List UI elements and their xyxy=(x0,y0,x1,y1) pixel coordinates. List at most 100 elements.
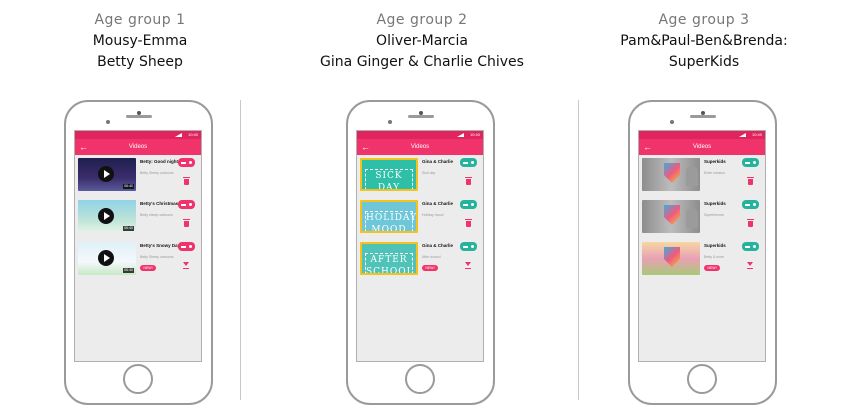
superkids-shield-icon xyxy=(664,247,680,267)
duration-label: 06:40 xyxy=(123,268,134,273)
character-names: Mousy-Emma xyxy=(92,33,188,49)
item-title: Superkids xyxy=(704,243,726,248)
new-badge: NEW! xyxy=(140,265,156,271)
item-subtitle: Sick day xyxy=(422,171,436,175)
item-title: Betty's Snowy Day xyxy=(140,243,181,248)
item-subtitle: After school xyxy=(422,255,441,259)
age-group-3-heading: Age group 3 Pam&Paul-Ben&Brenda: SuperKi… xyxy=(564,10,844,73)
phone-screen: 10:40 ← Videos Superkids Enter mission S… xyxy=(638,130,766,362)
sensor-icon xyxy=(388,120,392,124)
speaker-grille xyxy=(126,115,152,118)
trash-icon[interactable] xyxy=(747,219,754,227)
item-subtitle: Betty Sheep cartoons xyxy=(140,171,174,175)
age-group-label: Age group 1 xyxy=(94,12,186,28)
list-item[interactable]: Superkids Enter mission xyxy=(642,157,762,198)
item-subtitle: Enter mission xyxy=(704,171,726,175)
video-thumbnail[interactable] xyxy=(642,200,700,233)
video-thumbnail[interactable]: 06:40 xyxy=(78,200,136,233)
app-title: Videos xyxy=(410,144,430,150)
trash-icon[interactable] xyxy=(183,219,190,227)
item-title: Gina & Charlie xyxy=(422,243,454,248)
superkids-shield-icon xyxy=(664,163,680,183)
gamepad-icon[interactable] xyxy=(742,158,759,167)
play-icon[interactable] xyxy=(98,166,114,182)
series-name: SuperKids xyxy=(668,54,740,70)
app-title: Videos xyxy=(692,144,712,150)
signal-icon xyxy=(457,133,464,137)
download-icon[interactable] xyxy=(465,262,471,269)
age-group-1-heading: Age group 1 Mousy-Emma Betty Sheep xyxy=(0,10,280,73)
phone-screen: 10:40 ← Videos 06:40 Betty: Good night B… xyxy=(74,130,202,362)
status-time: 10:40 xyxy=(187,132,198,137)
list-item[interactable]: AFTER SCHOOL Gina & Charlie After school… xyxy=(360,241,480,282)
video-thumbnail[interactable] xyxy=(642,158,700,191)
gamepad-icon[interactable] xyxy=(178,200,195,209)
item-title: Gina & Charlie xyxy=(422,201,454,206)
video-list: SICK DAY Gina & Charlie Sick day HOLIDAY… xyxy=(357,155,483,282)
status-bar: 10:40 xyxy=(357,131,483,139)
home-button[interactable] xyxy=(405,364,435,394)
new-badge: NEW! xyxy=(422,265,438,271)
download-icon[interactable] xyxy=(747,262,753,269)
signal-icon xyxy=(739,133,746,137)
gamepad-icon[interactable] xyxy=(460,158,477,167)
video-thumbnail[interactable]: AFTER SCHOOL xyxy=(360,242,418,275)
trash-icon[interactable] xyxy=(747,177,754,185)
speaker-grille xyxy=(408,115,434,118)
phone-mockup: 10:40 ← Videos SICK DAY Gina & Charlie S… xyxy=(346,100,495,405)
play-icon[interactable] xyxy=(98,250,114,266)
gamepad-icon[interactable] xyxy=(178,158,195,167)
status-bar: 10:40 xyxy=(639,131,765,139)
silhouette-icon xyxy=(686,166,698,186)
video-thumbnail[interactable] xyxy=(642,242,700,275)
list-item[interactable]: 06:40 Betty's Christmas Betty sheep cart… xyxy=(78,199,198,240)
gamepad-icon[interactable] xyxy=(178,242,195,251)
app-bar: ← Videos xyxy=(75,139,201,155)
play-icon[interactable] xyxy=(98,208,114,224)
thumbnail-text: HOLIDAY MOOD xyxy=(365,211,416,231)
download-icon[interactable] xyxy=(183,262,189,269)
list-item[interactable]: 06:40 Betty: Good night Betty Sheep cart… xyxy=(78,157,198,198)
duration-label: 06:40 xyxy=(123,226,134,231)
status-time: 10:40 xyxy=(469,132,480,137)
list-item[interactable]: Superkids Betty & more NEW! xyxy=(642,241,762,282)
age-group-3-column: Age group 3 Pam&Paul-Ben&Brenda: SuperKi… xyxy=(564,0,844,407)
item-subtitle: Holiday mood xyxy=(422,213,444,217)
item-title: Betty: Good night xyxy=(140,159,178,164)
app-bar: ← Videos xyxy=(357,139,483,155)
age-group-2-heading: Age group 2 Oliver-Marcia Gina Ginger & … xyxy=(282,10,562,73)
list-item[interactable]: 06:40 Betty's Snowy Day Betty Sheep cart… xyxy=(78,241,198,282)
gamepad-icon[interactable] xyxy=(460,200,477,209)
gamepad-icon[interactable] xyxy=(460,242,477,251)
sensor-icon xyxy=(106,120,110,124)
item-subtitle: Superheroes xyxy=(704,213,725,217)
signal-icon xyxy=(175,133,182,137)
video-thumbnail[interactable]: HOLIDAY MOOD xyxy=(360,200,418,233)
home-button[interactable] xyxy=(123,364,153,394)
video-thumbnail[interactable]: 06:40 xyxy=(78,158,136,191)
video-thumbnail[interactable]: 06:40 xyxy=(78,242,136,275)
item-subtitle: Betty Sheep cartoons xyxy=(140,255,174,259)
list-item[interactable]: Superkids Superheroes xyxy=(642,199,762,240)
trash-icon[interactable] xyxy=(465,177,472,185)
item-title: Gina & Charlie xyxy=(422,159,454,164)
video-thumbnail[interactable]: SICK DAY xyxy=(360,158,418,191)
series-name: Gina Ginger & Charlie Chives xyxy=(320,54,524,70)
sensor-icon xyxy=(670,120,674,124)
trash-icon[interactable] xyxy=(465,219,472,227)
item-title: Superkids xyxy=(704,159,726,164)
item-subtitle: Betty & more xyxy=(704,255,725,259)
phone-mockup: 10:40 ← Videos Superkids Enter mission S… xyxy=(628,100,777,405)
character-names: Pam&Paul-Ben&Brenda: xyxy=(620,33,788,49)
list-item[interactable]: HOLIDAY MOOD Gina & Charlie Holiday mood xyxy=(360,199,480,240)
series-name: Betty Sheep xyxy=(97,54,183,70)
character-names: Oliver-Marcia xyxy=(376,33,468,49)
column-divider xyxy=(240,100,241,400)
gamepad-icon[interactable] xyxy=(742,242,759,251)
phone-screen: 10:40 ← Videos SICK DAY Gina & Charlie S… xyxy=(356,130,484,362)
list-item[interactable]: SICK DAY Gina & Charlie Sick day xyxy=(360,157,480,198)
phone-mockup: 10:40 ← Videos 06:40 Betty: Good night B… xyxy=(64,100,213,405)
gamepad-icon[interactable] xyxy=(742,200,759,209)
home-button[interactable] xyxy=(687,364,717,394)
trash-icon[interactable] xyxy=(183,177,190,185)
